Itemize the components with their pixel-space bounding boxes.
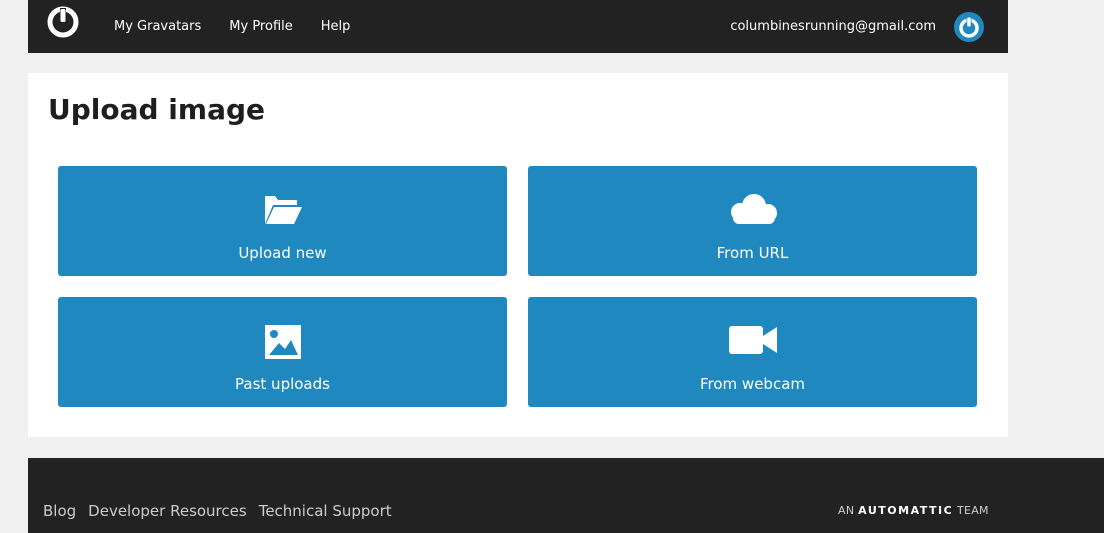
footer-link-developer-resources[interactable]: Developer Resources xyxy=(88,502,247,520)
footer: Blog Developer Resources Technical Suppo… xyxy=(28,458,1104,533)
from-url-label: From URL xyxy=(716,244,789,262)
top-navigation-bar: My Gravatars My Profile Help columbinesr… xyxy=(28,0,1008,53)
footer-link-blog[interactable]: Blog xyxy=(43,502,76,520)
main-nav: My Gravatars My Profile Help xyxy=(114,0,378,53)
nav-help[interactable]: Help xyxy=(321,19,351,34)
from-webcam-label: From webcam xyxy=(700,375,805,393)
past-uploads-label: Past uploads xyxy=(235,375,330,393)
team-prefix: AN xyxy=(838,504,855,517)
folder-open-icon xyxy=(264,196,302,224)
footer-link-technical-support[interactable]: Technical Support xyxy=(259,502,392,520)
upload-new-label: Upload new xyxy=(238,244,327,262)
page-title: Upload image xyxy=(48,93,265,126)
gravatar-avatar-icon[interactable] xyxy=(954,12,984,42)
upload-new-button[interactable]: Upload new xyxy=(58,166,507,276)
team-suffix: TEAM xyxy=(956,504,989,517)
nav-my-gravatars[interactable]: My Gravatars xyxy=(114,19,201,34)
footer-links: Blog Developer Resources Technical Suppo… xyxy=(43,502,404,520)
video-camera-icon xyxy=(728,326,777,354)
cloud-icon xyxy=(730,194,777,224)
from-webcam-button[interactable]: From webcam xyxy=(528,297,977,407)
past-uploads-button[interactable]: Past uploads xyxy=(58,297,507,407)
account-email[interactable]: columbinesrunning@gmail.com xyxy=(730,0,936,53)
gravatar-logo-icon[interactable] xyxy=(46,5,80,39)
automattic-team-badge[interactable]: AN AUTOMATTIC TEAM xyxy=(838,504,989,517)
nav-my-profile[interactable]: My Profile xyxy=(229,19,292,34)
automattic-wordmark: AUTOMATTIC xyxy=(858,504,954,517)
upload-card: Upload image Upload new From URL Past up… xyxy=(28,73,1008,437)
from-url-button[interactable]: From URL xyxy=(528,166,977,276)
image-icon xyxy=(264,325,301,359)
